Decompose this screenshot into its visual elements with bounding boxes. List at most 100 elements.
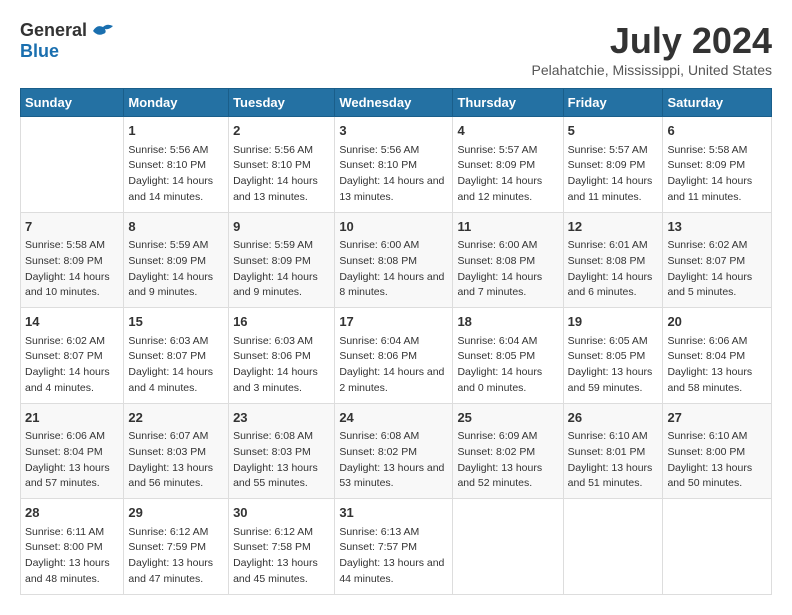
calendar-table: SundayMondayTuesdayWednesdayThursdayFrid… [20,88,772,595]
day-number: 4 [457,121,558,141]
day-cell: 23Sunrise: 6:08 AMSunset: 8:03 PMDayligh… [229,403,335,499]
logo: General Blue [20,20,115,62]
day-cell: 5Sunrise: 5:57 AMSunset: 8:09 PMDaylight… [563,117,663,213]
day-info: Sunrise: 5:59 AMSunset: 8:09 PMDaylight:… [128,238,224,301]
day-cell: 12Sunrise: 6:01 AMSunset: 8:08 PMDayligh… [563,212,663,308]
week-row-2: 7Sunrise: 5:58 AMSunset: 8:09 PMDaylight… [21,212,772,308]
day-info: Sunrise: 6:12 AMSunset: 7:58 PMDaylight:… [233,525,330,588]
day-number: 5 [568,121,659,141]
day-cell: 26Sunrise: 6:10 AMSunset: 8:01 PMDayligh… [563,403,663,499]
header-thursday: Thursday [453,89,563,117]
day-info: Sunrise: 6:13 AMSunset: 7:57 PMDaylight:… [339,525,448,588]
calendar-header-row: SundayMondayTuesdayWednesdayThursdayFrid… [21,89,772,117]
day-info: Sunrise: 5:56 AMSunset: 8:10 PMDaylight:… [128,143,224,206]
logo-blue-text: Blue [20,41,59,61]
week-row-1: 1Sunrise: 5:56 AMSunset: 8:10 PMDaylight… [21,117,772,213]
day-cell: 29Sunrise: 6:12 AMSunset: 7:59 PMDayligh… [124,499,229,595]
day-info: Sunrise: 6:06 AMSunset: 8:04 PMDaylight:… [667,334,767,397]
week-row-5: 28Sunrise: 6:11 AMSunset: 8:00 PMDayligh… [21,499,772,595]
header-monday: Monday [124,89,229,117]
day-number: 29 [128,503,224,523]
day-cell: 24Sunrise: 6:08 AMSunset: 8:02 PMDayligh… [335,403,453,499]
day-cell: 20Sunrise: 6:06 AMSunset: 8:04 PMDayligh… [663,308,772,404]
day-number: 11 [457,217,558,237]
day-info: Sunrise: 6:11 AMSunset: 8:00 PMDaylight:… [25,525,119,588]
day-info: Sunrise: 6:02 AMSunset: 8:07 PMDaylight:… [25,334,119,397]
day-cell: 17Sunrise: 6:04 AMSunset: 8:06 PMDayligh… [335,308,453,404]
day-info: Sunrise: 6:00 AMSunset: 8:08 PMDaylight:… [339,238,448,301]
day-number: 12 [568,217,659,237]
day-number: 22 [128,408,224,428]
day-cell: 10Sunrise: 6:00 AMSunset: 8:08 PMDayligh… [335,212,453,308]
day-info: Sunrise: 5:59 AMSunset: 8:09 PMDaylight:… [233,238,330,301]
day-number: 6 [667,121,767,141]
day-cell: 25Sunrise: 6:09 AMSunset: 8:02 PMDayligh… [453,403,563,499]
header-sunday: Sunday [21,89,124,117]
day-info: Sunrise: 6:03 AMSunset: 8:07 PMDaylight:… [128,334,224,397]
logo-bird-icon [91,22,115,40]
day-cell [563,499,663,595]
day-cell: 30Sunrise: 6:12 AMSunset: 7:58 PMDayligh… [229,499,335,595]
header-wednesday: Wednesday [335,89,453,117]
day-cell: 13Sunrise: 6:02 AMSunset: 8:07 PMDayligh… [663,212,772,308]
day-info: Sunrise: 6:09 AMSunset: 8:02 PMDaylight:… [457,429,558,492]
day-cell: 4Sunrise: 5:57 AMSunset: 8:09 PMDaylight… [453,117,563,213]
day-cell: 28Sunrise: 6:11 AMSunset: 8:00 PMDayligh… [21,499,124,595]
day-info: Sunrise: 6:10 AMSunset: 8:01 PMDaylight:… [568,429,659,492]
day-cell: 16Sunrise: 6:03 AMSunset: 8:06 PMDayligh… [229,308,335,404]
day-number: 17 [339,312,448,332]
day-number: 19 [568,312,659,332]
day-cell: 11Sunrise: 6:00 AMSunset: 8:08 PMDayligh… [453,212,563,308]
header-saturday: Saturday [663,89,772,117]
day-cell: 19Sunrise: 6:05 AMSunset: 8:05 PMDayligh… [563,308,663,404]
day-info: Sunrise: 6:04 AMSunset: 8:05 PMDaylight:… [457,334,558,397]
day-number: 30 [233,503,330,523]
day-number: 16 [233,312,330,332]
page-header: General Blue July 2024 Pelahatchie, Miss… [20,20,772,78]
day-number: 27 [667,408,767,428]
day-cell: 2Sunrise: 5:56 AMSunset: 8:10 PMDaylight… [229,117,335,213]
title-block: July 2024 Pelahatchie, Mississippi, Unit… [532,20,772,78]
day-number: 10 [339,217,448,237]
day-cell: 31Sunrise: 6:13 AMSunset: 7:57 PMDayligh… [335,499,453,595]
day-number: 24 [339,408,448,428]
day-info: Sunrise: 6:10 AMSunset: 8:00 PMDaylight:… [667,429,767,492]
day-number: 1 [128,121,224,141]
day-cell: 7Sunrise: 5:58 AMSunset: 8:09 PMDaylight… [21,212,124,308]
day-info: Sunrise: 5:57 AMSunset: 8:09 PMDaylight:… [457,143,558,206]
day-info: Sunrise: 6:04 AMSunset: 8:06 PMDaylight:… [339,334,448,397]
day-info: Sunrise: 6:08 AMSunset: 8:03 PMDaylight:… [233,429,330,492]
day-number: 23 [233,408,330,428]
day-cell: 8Sunrise: 5:59 AMSunset: 8:09 PMDaylight… [124,212,229,308]
day-number: 15 [128,312,224,332]
day-cell: 1Sunrise: 5:56 AMSunset: 8:10 PMDaylight… [124,117,229,213]
day-info: Sunrise: 6:08 AMSunset: 8:02 PMDaylight:… [339,429,448,492]
week-row-3: 14Sunrise: 6:02 AMSunset: 8:07 PMDayligh… [21,308,772,404]
day-cell: 27Sunrise: 6:10 AMSunset: 8:00 PMDayligh… [663,403,772,499]
day-info: Sunrise: 6:01 AMSunset: 8:08 PMDaylight:… [568,238,659,301]
day-number: 28 [25,503,119,523]
day-number: 31 [339,503,448,523]
day-number: 13 [667,217,767,237]
day-info: Sunrise: 6:06 AMSunset: 8:04 PMDaylight:… [25,429,119,492]
day-info: Sunrise: 6:03 AMSunset: 8:06 PMDaylight:… [233,334,330,397]
week-row-4: 21Sunrise: 6:06 AMSunset: 8:04 PMDayligh… [21,403,772,499]
day-number: 18 [457,312,558,332]
day-number: 8 [128,217,224,237]
day-info: Sunrise: 5:56 AMSunset: 8:10 PMDaylight:… [233,143,330,206]
day-info: Sunrise: 6:02 AMSunset: 8:07 PMDaylight:… [667,238,767,301]
day-number: 25 [457,408,558,428]
location-title: Pelahatchie, Mississippi, United States [532,62,772,78]
day-cell [21,117,124,213]
day-info: Sunrise: 6:12 AMSunset: 7:59 PMDaylight:… [128,525,224,588]
day-cell [663,499,772,595]
day-cell: 18Sunrise: 6:04 AMSunset: 8:05 PMDayligh… [453,308,563,404]
day-info: Sunrise: 5:57 AMSunset: 8:09 PMDaylight:… [568,143,659,206]
day-cell: 21Sunrise: 6:06 AMSunset: 8:04 PMDayligh… [21,403,124,499]
day-number: 9 [233,217,330,237]
day-cell [453,499,563,595]
day-number: 26 [568,408,659,428]
day-info: Sunrise: 6:05 AMSunset: 8:05 PMDaylight:… [568,334,659,397]
day-info: Sunrise: 6:07 AMSunset: 8:03 PMDaylight:… [128,429,224,492]
day-number: 7 [25,217,119,237]
